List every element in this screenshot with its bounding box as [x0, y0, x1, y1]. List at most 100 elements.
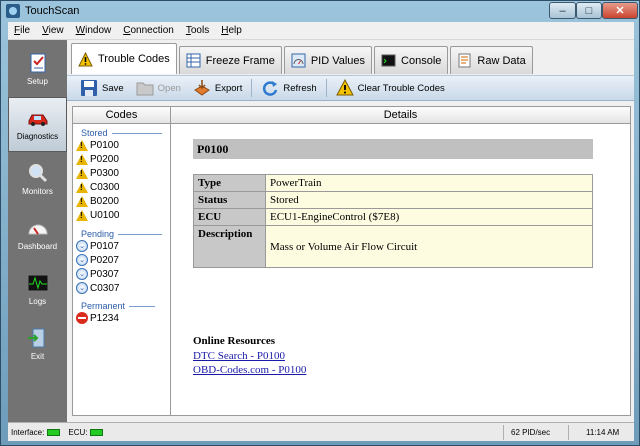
row-key: Status — [193, 191, 266, 209]
sidebar-item-diagnostics[interactable]: Diagnostics — [8, 97, 67, 152]
sidebar-item-monitors[interactable]: Monitors — [8, 152, 67, 207]
warning-icon — [76, 139, 88, 151]
menu-bar: File View Window Connection Tools Help — [8, 22, 634, 40]
tab-label: Raw Data — [477, 54, 526, 67]
tab-label: Console — [401, 54, 442, 67]
sidebar-item-label: Diagnostics — [16, 132, 59, 141]
list-item[interactable]: P0300 — [76, 166, 170, 180]
row-key: ECU — [193, 208, 266, 226]
details-header: Details — [171, 107, 630, 124]
clear-trouble-codes-button[interactable]: Clear Trouble Codes — [333, 77, 448, 99]
table-row: Description Mass or Volume Air Flow Circ… — [193, 225, 593, 268]
status-separator — [503, 425, 504, 440]
codes-header: Codes — [73, 107, 170, 124]
sidebar-item-exit[interactable]: Exit — [8, 317, 67, 372]
save-button[interactable]: Save — [77, 77, 127, 99]
list-item[interactable]: P0200 — [76, 152, 170, 166]
toolbar: Save Open Export Refresh Clear Trouble C… — [67, 75, 634, 101]
maximize-button[interactable]: □ — [576, 2, 602, 19]
dtc-search-link[interactable]: DTC Search - P0100 — [193, 350, 285, 362]
app-window: TouchScan – □ ✕ File View Window Connect… — [0, 0, 640, 446]
interface-status-led — [47, 428, 61, 436]
menu-help[interactable]: Help — [215, 25, 248, 36]
tab-pid-values[interactable]: PID Values — [283, 46, 373, 74]
exit-icon — [27, 328, 44, 348]
list-item[interactable]: P0100 — [76, 138, 170, 152]
main-area: Trouble Codes Freeze Frame PID Values Co… — [67, 40, 634, 422]
title-bar[interactable]: TouchScan – □ ✕ — [1, 1, 639, 21]
sidebar-item-label: Dashboard — [17, 242, 58, 251]
group-permanent: Permanent — [81, 301, 170, 311]
document-icon — [458, 53, 471, 68]
code-detail-table: Type PowerTrain Status Stored ECU ECU1-E… — [193, 174, 593, 268]
minimize-button[interactable]: – — [549, 2, 576, 19]
list-item[interactable]: C0300 — [76, 180, 170, 194]
warning-icon — [335, 79, 354, 96]
warning-icon — [76, 195, 88, 207]
magnifier-icon — [28, 164, 47, 183]
sidebar-item-setup[interactable]: Setup — [8, 42, 67, 97]
refresh-icon — [263, 81, 278, 96]
chevron-down-icon: ⌄ — [76, 282, 88, 294]
close-button[interactable]: ✕ — [602, 2, 638, 19]
toolbar-separator — [325, 79, 327, 97]
sidebar: Setup Diagnostics Monitors Dashboard Log… — [8, 40, 67, 422]
pid-rate: 62 PID/sec — [511, 427, 551, 437]
tab-strip: Trouble Codes Freeze Frame PID Values Co… — [67, 42, 535, 74]
menu-file[interactable]: File — [8, 25, 36, 36]
codes-panel: Codes Stored P0100 P0200 P0300 C0300 B02… — [72, 106, 171, 416]
list-item[interactable]: B0200 — [76, 194, 170, 208]
chevron-down-icon: ⌄ — [76, 240, 88, 252]
row-value: ECU1-EngineControl ($7E8) — [265, 208, 593, 226]
list-item[interactable]: ⌄ P0307 — [76, 267, 170, 281]
row-value: PowerTrain — [265, 174, 593, 192]
list-item[interactable]: ⌄ P0107 — [76, 239, 170, 253]
tab-freeze-frame[interactable]: Freeze Frame — [178, 46, 282, 74]
ecu-label: ECU: — [68, 427, 88, 437]
list-item[interactable]: U0100 — [76, 208, 170, 222]
list-item[interactable]: ⌄ C0307 — [76, 281, 170, 295]
list-item[interactable]: P1234 — [76, 311, 170, 325]
car-icon — [28, 114, 47, 126]
menu-view[interactable]: View — [36, 25, 70, 36]
clock: 11:14 AM — [586, 427, 620, 437]
menu-connection[interactable]: Connection — [117, 25, 180, 36]
waveform-icon — [27, 274, 48, 292]
row-value: Mass or Volume Air Flow Circuit — [265, 225, 593, 268]
ecu-status-led — [90, 428, 104, 436]
tab-trouble-codes[interactable]: Trouble Codes — [71, 43, 177, 74]
warning-icon — [76, 181, 88, 193]
warning-icon — [78, 51, 93, 66]
table-row: Type PowerTrain — [193, 174, 593, 192]
sidebar-item-logs[interactable]: Logs — [8, 262, 67, 317]
menu-tools[interactable]: Tools — [180, 25, 215, 36]
list-item[interactable]: ⌄ P0207 — [76, 253, 170, 267]
warning-icon — [76, 167, 88, 179]
row-value: Stored — [265, 191, 593, 209]
chevron-down-icon: ⌄ — [76, 254, 88, 266]
window-title: TouchScan — [25, 5, 80, 17]
sidebar-item-label: Exit — [30, 352, 45, 361]
obd-codes-link[interactable]: OBD-Codes.com - P0100 — [193, 364, 306, 376]
row-key: Description — [193, 225, 266, 268]
tab-console[interactable]: Console — [374, 46, 449, 74]
tab-raw-data[interactable]: Raw Data — [450, 46, 533, 74]
floppy-disk-icon — [81, 80, 97, 96]
sidebar-item-label: Logs — [28, 297, 47, 306]
row-key: Type — [193, 174, 266, 192]
terminal-icon — [381, 54, 396, 67]
no-entry-icon — [76, 312, 88, 324]
chevron-down-icon: ⌄ — [76, 268, 88, 280]
open-button[interactable]: Open — [133, 77, 184, 99]
sidebar-item-label: Setup — [27, 77, 48, 86]
table-row: ECU ECU1-EngineControl ($7E8) — [193, 208, 593, 226]
sidebar-item-dashboard[interactable]: Dashboard — [8, 207, 67, 262]
menu-window[interactable]: Window — [70, 25, 118, 36]
warning-icon — [76, 153, 88, 165]
toolbar-separator — [251, 79, 253, 97]
refresh-button[interactable]: Refresh — [258, 77, 319, 99]
export-button[interactable]: Export — [190, 77, 245, 99]
touchscan-app-icon — [6, 4, 20, 18]
status-separator — [568, 425, 569, 440]
details-panel: Details P0100 Type PowerTrain Status Sto… — [171, 106, 631, 416]
